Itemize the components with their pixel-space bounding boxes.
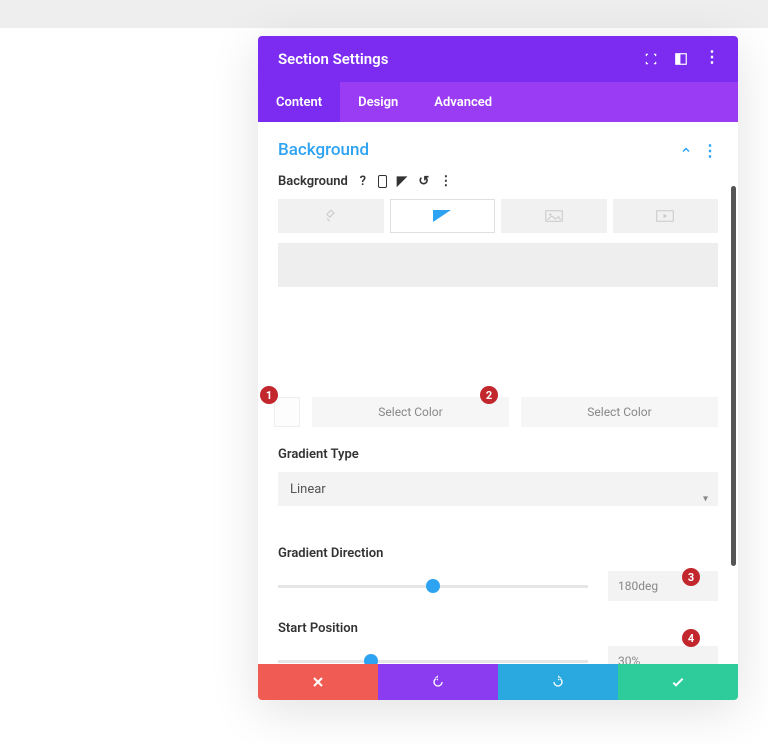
- annotation-badge-2: 2: [480, 386, 498, 404]
- more-icon[interactable]: ⋮: [704, 52, 718, 66]
- gradient-direction-label: Gradient Direction: [278, 546, 718, 561]
- gradient-type-label: Gradient Type: [278, 447, 718, 462]
- undo-button[interactable]: [378, 664, 498, 700]
- gradient-direction-value[interactable]: [608, 571, 718, 601]
- section-more-icon[interactable]: ⋮: [702, 141, 718, 160]
- gradient-direction-row: [278, 571, 718, 601]
- panel-header: Section Settings ⋮: [258, 36, 738, 82]
- field-more-icon[interactable]: ⋮: [439, 175, 453, 189]
- select-color-1-button[interactable]: Select Color: [312, 397, 509, 427]
- bg-type-gradient[interactable]: [390, 199, 496, 233]
- color-stop-row: Select Color Select Color: [274, 397, 718, 427]
- start-position-value[interactable]: [608, 646, 718, 664]
- reset-icon[interactable]: ↺: [417, 175, 431, 189]
- color-swatch-1[interactable]: [274, 397, 300, 427]
- tab-advanced[interactable]: Advanced: [416, 82, 510, 122]
- hover-icon[interactable]: ◤: [395, 175, 409, 189]
- gradient-preview: [278, 243, 718, 287]
- panel-body: Background ⋮ Background ? ◤ ↺ ⋮: [258, 122, 738, 664]
- bg-type-tabs: [278, 199, 718, 233]
- panel-header-icons: ⋮: [644, 52, 718, 66]
- tab-design[interactable]: Design: [340, 82, 416, 122]
- bg-type-video[interactable]: [613, 199, 719, 233]
- start-position-slider[interactable]: [278, 651, 588, 664]
- panel-title: Section Settings: [278, 50, 388, 68]
- gradient-type-select[interactable]: Linear: [278, 472, 718, 506]
- cancel-button[interactable]: [258, 664, 378, 700]
- settings-panel: Section Settings ⋮ Content Design Advanc…: [258, 36, 738, 700]
- gradient-direction-slider[interactable]: [278, 576, 588, 596]
- scrollbar[interactable]: [731, 186, 736, 566]
- redo-button[interactable]: [498, 664, 618, 700]
- page-topbar: [0, 0, 768, 28]
- panel-layout-icon[interactable]: [674, 52, 688, 66]
- start-position-label: Start Position: [278, 621, 718, 636]
- annotation-badge-1: 1: [260, 386, 278, 404]
- device-icon[interactable]: [378, 175, 387, 188]
- background-field-row: Background ? ◤ ↺ ⋮: [278, 174, 718, 189]
- help-icon[interactable]: ?: [356, 175, 370, 189]
- tab-content[interactable]: Content: [258, 82, 340, 122]
- panel-footer: [258, 664, 738, 700]
- select-color-2-button[interactable]: Select Color: [521, 397, 718, 427]
- background-label: Background: [278, 174, 348, 189]
- section-title[interactable]: Background: [278, 140, 369, 160]
- bg-type-image[interactable]: [501, 199, 607, 233]
- tab-bar: Content Design Advanced: [258, 82, 738, 122]
- save-button[interactable]: [618, 664, 738, 700]
- section-head: Background ⋮: [278, 140, 718, 160]
- expand-icon[interactable]: [644, 52, 658, 66]
- chevron-up-icon[interactable]: [680, 144, 692, 156]
- start-position-row: [278, 646, 718, 664]
- annotation-badge-4: 4: [682, 629, 700, 647]
- annotation-badge-3: 3: [682, 568, 700, 586]
- bg-type-color[interactable]: [278, 199, 384, 233]
